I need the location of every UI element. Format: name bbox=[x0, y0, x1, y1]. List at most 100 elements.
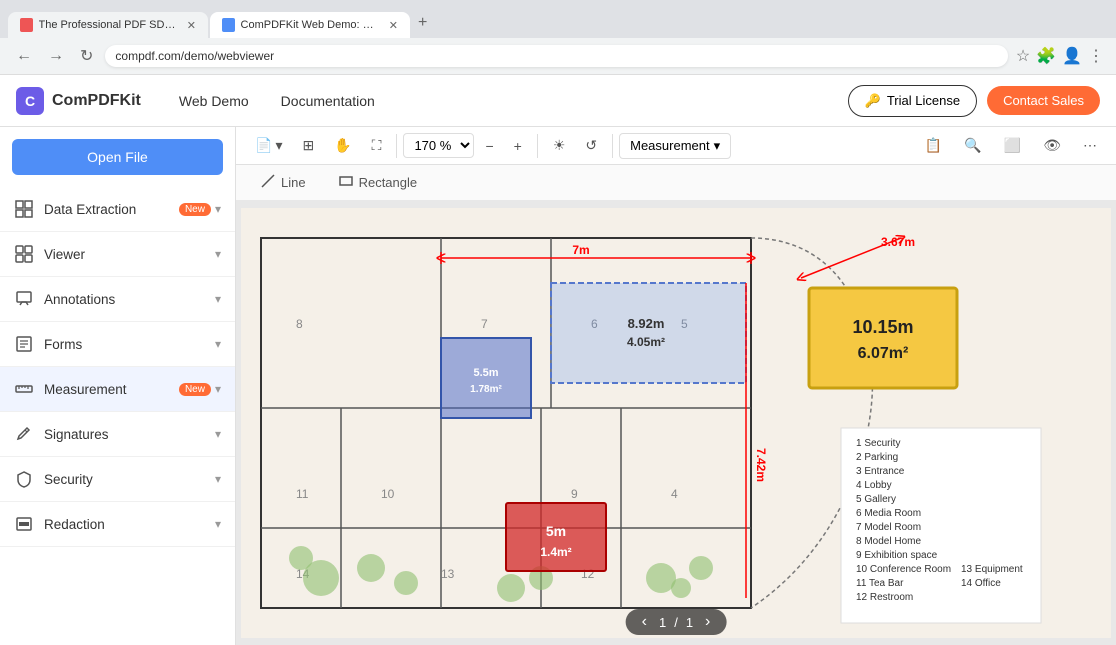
sidebar-item-viewer[interactable]: Viewer ▾ bbox=[0, 232, 235, 277]
more-options-button[interactable]: ⋮ bbox=[1088, 46, 1104, 66]
toolbar-right: 📋 🔍 ⬜ 👁 ⋯ bbox=[916, 132, 1106, 159]
svg-text:11: 11 bbox=[296, 487, 309, 501]
sidebar-item-measurement[interactable]: Measurement New ▾ bbox=[0, 367, 235, 412]
address-input[interactable] bbox=[105, 45, 1007, 67]
svg-text:8 Model Home: 8 Model Home bbox=[856, 536, 921, 547]
header-nav: Web Demo Documentation bbox=[165, 87, 389, 115]
sidebar-item-forms[interactable]: Forms ▾ bbox=[0, 322, 235, 367]
form-icon bbox=[14, 334, 34, 354]
add-page-button[interactable]: ⊞ bbox=[293, 132, 323, 159]
rectangle-tool-button[interactable]: Rectangle bbox=[326, 169, 430, 196]
svg-text:1.78m²: 1.78m² bbox=[470, 384, 502, 395]
header-actions: 🔑 Trial License Contact Sales bbox=[848, 85, 1100, 117]
add-page-icon: ⊞ bbox=[302, 137, 314, 154]
bookmark-button[interactable]: ☆ bbox=[1016, 46, 1030, 66]
measurement-dropdown[interactable]: Measurement ▾ bbox=[619, 133, 731, 159]
sidebar-item-security[interactable]: Security ▾ bbox=[0, 457, 235, 502]
rotate-button[interactable]: ↺ bbox=[576, 132, 606, 159]
trial-button-label: Trial License bbox=[887, 93, 960, 108]
sun-icon: ☀ bbox=[553, 137, 566, 154]
brightness-button[interactable]: ☀ bbox=[544, 132, 575, 159]
logo-icon: C bbox=[16, 87, 44, 115]
line-tool-label: Line bbox=[281, 175, 306, 190]
sidebar-item-label-forms: Forms bbox=[44, 337, 211, 352]
svg-text:10 Conference Room: 10 Conference Room bbox=[856, 564, 951, 575]
header-nav-webdemo[interactable]: Web Demo bbox=[165, 87, 263, 115]
shield-icon bbox=[14, 469, 34, 489]
zoom-select[interactable]: 170 % 100 % 150 % 200 % bbox=[403, 133, 474, 158]
profile-button[interactable]: 👤 bbox=[1062, 46, 1082, 66]
header-nav-docs[interactable]: Documentation bbox=[267, 87, 389, 115]
forward-button[interactable]: → bbox=[44, 45, 68, 67]
tab-close-2[interactable]: ✕ bbox=[389, 19, 398, 32]
app-header: C ComPDFKit Web Demo Documentation 🔑 Tri… bbox=[0, 75, 1116, 127]
dropdown-arrow-icon: ▾ bbox=[714, 138, 721, 154]
svg-text:11 Tea Bar: 11 Tea Bar bbox=[856, 578, 904, 589]
view-icon bbox=[14, 244, 34, 264]
svg-text:8: 8 bbox=[296, 317, 303, 331]
chevron-down-icon: ▾ bbox=[215, 427, 221, 441]
new-tab-button[interactable]: + bbox=[412, 8, 433, 38]
fit-page-button[interactable]: ⛶ bbox=[363, 132, 391, 159]
extensions-button[interactable]: 🧩 bbox=[1036, 46, 1056, 66]
sidebar-item-redaction[interactable]: Redaction ▾ bbox=[0, 502, 235, 547]
zoom-out-button[interactable]: − bbox=[476, 133, 502, 159]
eye-icon: 👁 bbox=[1043, 137, 1061, 154]
zoom-in-button[interactable]: + bbox=[505, 133, 531, 159]
trial-license-button[interactable]: 🔑 Trial License bbox=[848, 85, 977, 117]
open-file-button[interactable]: Open File bbox=[12, 139, 223, 175]
sidebar-item-label-redaction: Redaction bbox=[44, 517, 211, 532]
svg-text:1.4m²: 1.4m² bbox=[540, 545, 571, 559]
svg-text:9: 9 bbox=[571, 487, 578, 501]
hand-icon: ✋ bbox=[334, 137, 351, 154]
svg-text:12 Restroom: 12 Restroom bbox=[856, 592, 913, 603]
more-options-button[interactable]: ⋯ bbox=[1074, 132, 1106, 159]
tab-close-1[interactable]: ✕ bbox=[187, 19, 196, 32]
sidebar-item-data-extraction[interactable]: Data Extraction New ▾ bbox=[0, 187, 235, 232]
pdf-content-area: 8 7 6 5 11 10 9 4 14 13 12 bbox=[236, 201, 1116, 645]
browser-actions: ☆ 🧩 👤 ⋮ bbox=[1016, 46, 1104, 66]
logo-text: ComPDFKit bbox=[52, 92, 141, 110]
prev-page-button[interactable]: ‹ bbox=[638, 613, 651, 631]
svg-text:9 Exhibition space: 9 Exhibition space bbox=[856, 550, 938, 561]
search-button[interactable]: 🔍 bbox=[955, 132, 990, 159]
view-mode-button[interactable]: 👁 bbox=[1034, 132, 1070, 159]
svg-text:5 Gallery: 5 Gallery bbox=[856, 494, 896, 505]
note-button[interactable]: 📋 bbox=[916, 132, 951, 159]
svg-text:4.05m²: 4.05m² bbox=[627, 335, 665, 349]
next-page-button[interactable]: › bbox=[701, 613, 714, 631]
search-icon: 🔍 bbox=[964, 137, 981, 154]
tab-favicon-2 bbox=[222, 18, 235, 32]
browser-tab-2[interactable]: ComPDFKit Web Demo: View... ✕ bbox=[210, 12, 410, 38]
main-toolbar: 📄▾ ⊞ ✋ ⛶ 170 % 100 % 150 % 200 % − + ☀ bbox=[236, 127, 1116, 165]
contact-sales-button[interactable]: Contact Sales bbox=[987, 86, 1100, 115]
browser-tabs: The Professional PDF SDK fo... ✕ ComPDFK… bbox=[0, 0, 1116, 38]
refresh-button[interactable]: ↻ bbox=[76, 44, 97, 68]
grid-icon bbox=[14, 199, 34, 219]
pdf-viewer: 8 7 6 5 11 10 9 4 14 13 12 bbox=[236, 201, 1116, 645]
line-tool-button[interactable]: Line bbox=[248, 169, 318, 196]
page-total: 1 bbox=[686, 615, 693, 630]
sidebar-item-annotations[interactable]: Annotations ▾ bbox=[0, 277, 235, 322]
svg-text:10: 10 bbox=[381, 487, 395, 501]
logo-section: C ComPDFKit bbox=[16, 87, 141, 115]
back-button[interactable]: ← bbox=[12, 45, 36, 67]
hand-tool-button[interactable]: ✋ bbox=[325, 132, 360, 159]
tab-label-2: ComPDFKit Web Demo: View... bbox=[241, 19, 379, 31]
svg-text:2 Parking: 2 Parking bbox=[856, 452, 898, 463]
new-file-button[interactable]: 📄▾ bbox=[246, 132, 291, 159]
split-view-button[interactable]: ⬜ bbox=[995, 132, 1030, 159]
floor-plan-svg: 8 7 6 5 11 10 9 4 14 13 12 bbox=[241, 208, 1111, 638]
tab-label-1: The Professional PDF SDK fo... bbox=[39, 19, 177, 31]
chevron-down-icon: ▾ bbox=[215, 292, 221, 306]
svg-text:7.42m: 7.42m bbox=[754, 448, 768, 482]
sidebar-item-signatures[interactable]: Signatures ▾ bbox=[0, 412, 235, 457]
svg-text:7m: 7m bbox=[572, 243, 589, 257]
fit-icon: ⛶ bbox=[372, 137, 382, 154]
svg-text:13 Equipment: 13 Equipment bbox=[961, 564, 1023, 575]
svg-text:3.67m: 3.67m bbox=[881, 235, 915, 249]
browser-tab-1[interactable]: The Professional PDF SDK fo... ✕ bbox=[8, 12, 208, 38]
sidebar-badge-measurement: New bbox=[179, 383, 211, 396]
page-separator: / bbox=[674, 615, 678, 630]
chevron-down-icon: ▾ bbox=[215, 517, 221, 531]
